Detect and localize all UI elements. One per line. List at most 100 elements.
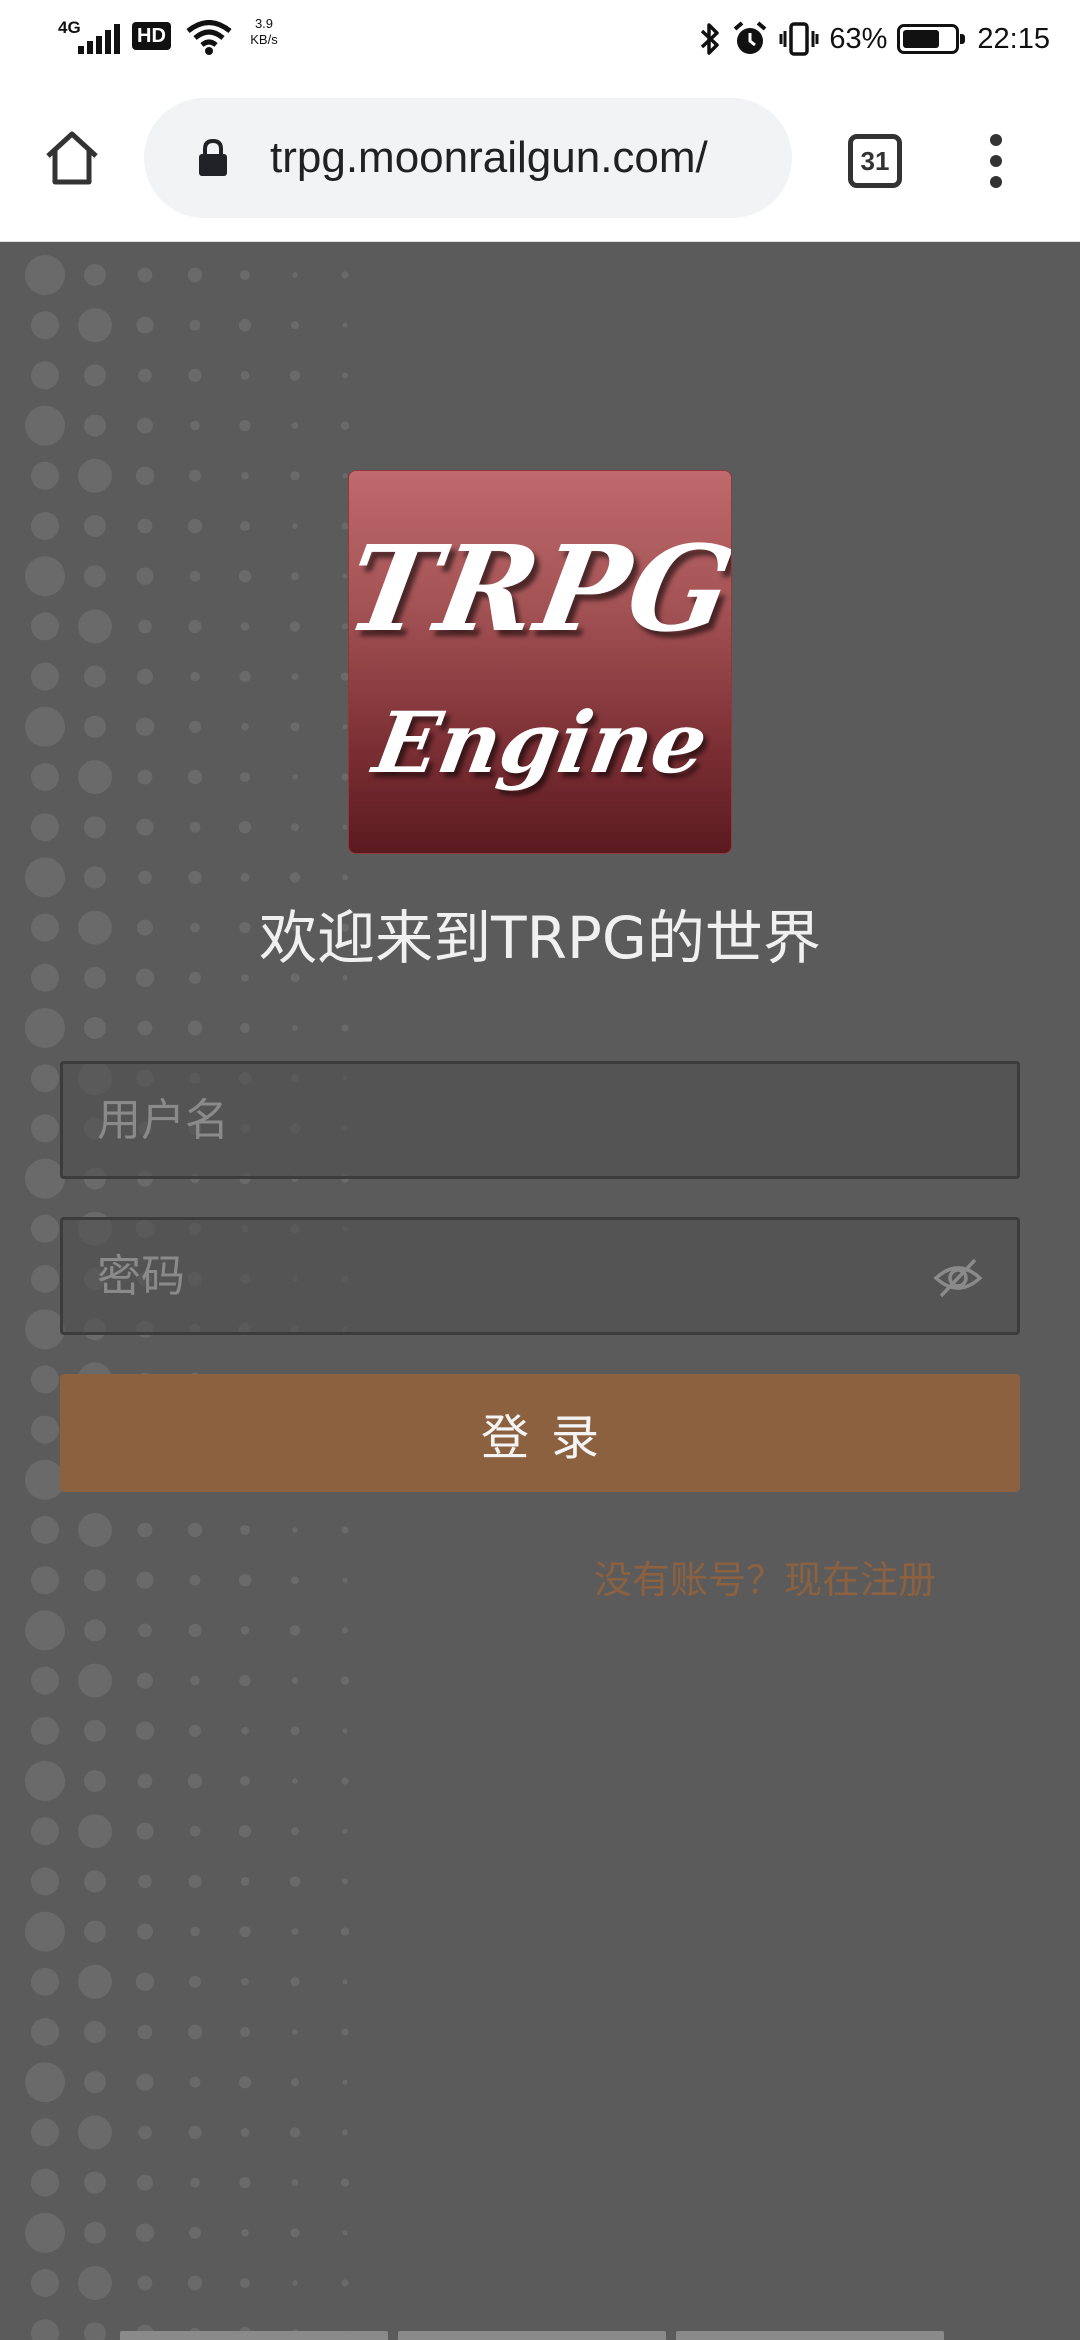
username-field[interactable]	[60, 1061, 1020, 1179]
background-dot	[31, 1114, 59, 1143]
background-dot	[84, 1870, 106, 1893]
url-text[interactable]: trpg.moonrailgun.com/	[270, 132, 770, 184]
background-dot	[187, 518, 203, 534]
background-dot	[138, 2125, 152, 2140]
background-dot	[342, 573, 348, 579]
bottom-edge-tabs	[120, 2331, 944, 2340]
background-dot	[78, 760, 112, 794]
background-dot	[137, 1020, 153, 1036]
background-dot	[78, 1814, 112, 1849]
login-button[interactable]: 登录	[60, 1374, 1020, 1492]
background-dot	[189, 1724, 201, 1737]
app-logo: TRPG Engine	[348, 470, 732, 854]
background-dot	[25, 1008, 65, 1048]
username-input[interactable]	[97, 1064, 927, 1176]
background-dot	[84, 1017, 106, 1039]
background-dot	[289, 872, 301, 883]
background-dot	[138, 1623, 152, 1638]
background-dot	[238, 319, 252, 332]
background-dot	[136, 316, 154, 334]
background-dot	[84, 1569, 106, 1592]
background-dot	[137, 518, 153, 534]
background-dot	[25, 2212, 65, 2253]
background-dot	[137, 267, 153, 283]
background-dot	[188, 1623, 202, 1637]
signal-icon	[78, 24, 120, 54]
background-dot	[136, 567, 154, 585]
background-dot	[31, 1716, 59, 1745]
background-dot	[137, 2024, 153, 2040]
background-dot	[241, 1978, 249, 1986]
register-link[interactable]: 没有账号？现在注册	[594, 1549, 936, 1604]
background-dot	[292, 1025, 298, 1031]
more-vert-icon[interactable]	[976, 128, 1016, 194]
background-dot	[290, 2228, 300, 2238]
background-dot	[31, 1365, 59, 1394]
logo-text-engine: Engine	[367, 693, 715, 792]
background-dot	[190, 671, 200, 682]
background-dot	[31, 1265, 59, 1293]
background-dot	[138, 619, 152, 634]
background-dot	[289, 1876, 301, 1887]
background-dot	[187, 1773, 203, 1789]
background-dot	[189, 1574, 201, 1586]
background-dot	[291, 422, 299, 429]
background-dot	[190, 1675, 200, 1686]
home-button[interactable]	[40, 126, 104, 190]
background-dot	[84, 2071, 106, 2094]
status-right: 63% 22:15	[699, 14, 1050, 64]
clock: 22:15	[977, 22, 1050, 55]
background-dot	[136, 1571, 154, 1589]
background-dot	[240, 1776, 250, 1786]
background-dot	[84, 2171, 106, 2194]
background-dot	[136, 818, 154, 836]
eye-off-icon[interactable]	[933, 1256, 983, 1300]
background-dot	[187, 1522, 203, 1538]
background-dot	[290, 722, 300, 732]
background-dot	[31, 311, 59, 340]
background-dot	[342, 724, 348, 730]
background-dot	[31, 813, 59, 842]
background-dot	[137, 1522, 153, 1538]
background-dot	[78, 308, 112, 343]
background-dot	[84, 1719, 106, 1742]
background-dot	[25, 1459, 65, 1500]
background-dot	[31, 2118, 59, 2147]
background-dot	[240, 1626, 250, 1635]
background-dot	[291, 321, 299, 330]
background-dot	[289, 621, 301, 632]
background-dot	[240, 772, 250, 782]
background-dot	[341, 1024, 349, 1032]
background-dot	[135, 1721, 155, 1741]
background-dot	[78, 1513, 112, 1547]
background-dot	[187, 769, 203, 785]
background-dot	[84, 264, 106, 286]
alarm-icon	[734, 21, 767, 54]
battery-icon	[897, 24, 966, 54]
background-dot	[291, 2179, 299, 2186]
background-dot	[137, 2174, 153, 2191]
background-dot	[291, 823, 299, 832]
background-dot	[31, 1666, 59, 1695]
background-dot	[138, 1874, 152, 1889]
background-dot	[189, 821, 201, 833]
background-dot	[84, 515, 106, 537]
background-dot	[189, 2226, 201, 2239]
tabs-button[interactable]: 31	[848, 134, 902, 188]
background-dot	[25, 706, 65, 747]
background-dot	[31, 361, 59, 390]
hd-badge: HD	[132, 22, 171, 50]
background-dot	[241, 723, 249, 731]
background-dot	[342, 2230, 348, 2236]
background-dot	[342, 473, 348, 479]
background-dot	[190, 2177, 200, 2188]
url-bar[interactable]: trpg.moonrailgun.com/	[144, 98, 792, 218]
background-dot	[78, 609, 112, 644]
background-dot	[136, 1822, 154, 1840]
password-field[interactable]	[60, 1217, 1020, 1335]
background-dot	[342, 2079, 348, 2085]
password-input[interactable]	[97, 1220, 927, 1332]
login-button-label: 登录	[480, 1410, 621, 1466]
background-dot	[240, 2278, 250, 2288]
background-dot	[187, 1020, 203, 1036]
